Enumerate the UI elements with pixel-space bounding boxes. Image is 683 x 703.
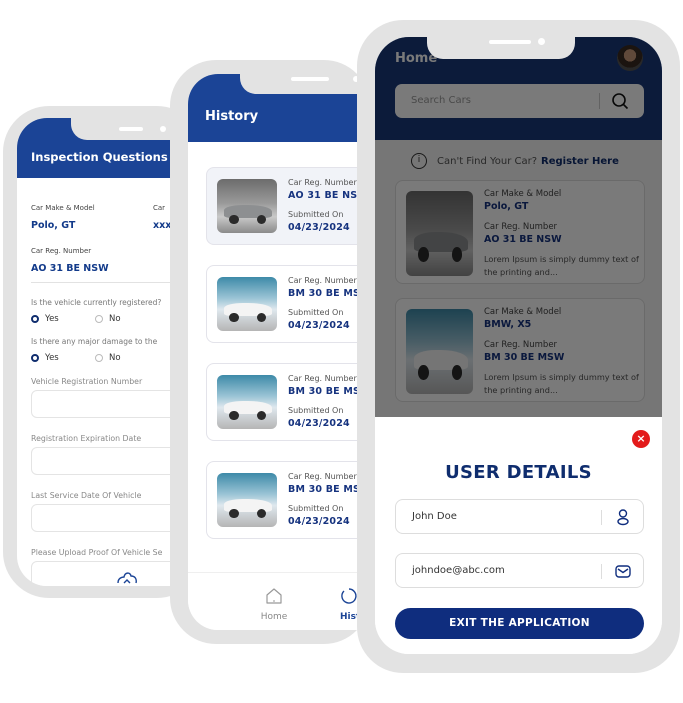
upload-proof-input[interactable] (31, 561, 182, 586)
reg-value: BM 30 BE MSW (288, 484, 358, 495)
reg-value: BM 30 BE MSW (288, 288, 358, 299)
reg-label: Car Reg. Number (288, 178, 357, 187)
reg-label: Car Reg. Number (31, 247, 92, 255)
history-icon (341, 588, 357, 604)
radio-empty-icon (95, 315, 103, 323)
car-image (217, 179, 277, 233)
make-label: Car Make & Model (31, 204, 95, 212)
mail-icon (615, 565, 631, 578)
field-label: Last Service Date Of Vehicle (31, 491, 142, 500)
field-label: Please Upload Proof Of Vehicle Se (31, 548, 163, 557)
home-screen: Home Search Cars i Can't Find Your Car? … (375, 37, 662, 654)
radio-empty-icon (95, 354, 103, 362)
reg-value: AO 31 BE NSW (31, 263, 109, 274)
second-value: xxx (153, 220, 172, 231)
expiration-date-input[interactable] (31, 447, 182, 475)
question-damage: Is there any major damage to the (31, 337, 158, 346)
name-value[interactable]: John Doe (412, 511, 457, 522)
car-image (217, 277, 277, 331)
user-icon (617, 509, 629, 526)
reg-label: Car Reg. Number (288, 472, 357, 481)
close-icon: × (636, 432, 646, 445)
submitted-label: Submitted On (288, 210, 344, 219)
exit-application-button[interactable]: EXIT THE APPLICATION (395, 608, 644, 639)
radio-no[interactable]: No (95, 314, 159, 324)
modal-title: USER DETAILS (445, 462, 592, 483)
modal-backdrop[interactable] (375, 37, 662, 437)
car-image (217, 375, 277, 429)
email-field[interactable]: johndoe@abc.com (395, 553, 644, 588)
email-value[interactable]: johndoe@abc.com (412, 565, 505, 576)
field-label: Registration Expiration Date (31, 434, 142, 443)
reg-value: BM 30 BE MSW (288, 386, 358, 397)
phone-speaker (119, 127, 143, 131)
inspection-screen: Inspection Questions Car Make & Model Po… (17, 118, 182, 586)
submitted-value: 04/23/2024 (288, 320, 350, 331)
service-date-input[interactable] (31, 504, 182, 532)
upload-cloud-icon[interactable] (116, 570, 138, 584)
registration-number-input[interactable] (31, 390, 182, 418)
history-phone: History Car Reg. Number AO 31 BE NSW Sub… (170, 60, 370, 644)
page-title: History (205, 109, 259, 124)
phone-camera (538, 38, 545, 45)
home-phone: Home Search Cars i Can't Find Your Car? … (357, 20, 680, 673)
phone-speaker (291, 77, 329, 81)
submitted-value: 04/23/2024 (288, 222, 350, 233)
bottom-tab-bar: Home History (188, 572, 358, 630)
name-field[interactable]: John Doe (395, 499, 644, 534)
radio-no[interactable]: No (95, 353, 159, 363)
make-value: Polo, GT (31, 220, 76, 231)
divider (31, 282, 182, 283)
reg-value: AO 31 BE NSW (288, 190, 358, 201)
submitted-label: Submitted On (288, 406, 344, 415)
second-label: Car (153, 204, 166, 212)
tab-history-label: History (340, 612, 358, 622)
radio-yes[interactable]: Yes (31, 353, 95, 363)
submitted-value: 04/23/2024 (288, 516, 350, 527)
tab-history[interactable]: History (340, 587, 358, 622)
home-icon (266, 588, 282, 604)
submitted-label: Submitted On (288, 504, 344, 513)
radio-selected-icon (31, 354, 39, 362)
question-registered: Is the vehicle currently registered? (31, 298, 162, 307)
phone-camera (160, 126, 166, 132)
user-details-modal: × USER DETAILS John Doe johndoe@abc.com … (375, 417, 662, 654)
radio-selected-icon (31, 315, 39, 323)
history-item[interactable]: Car Reg. Number AO 31 BE NSW Submitted O… (206, 167, 358, 245)
tab-home-label: Home (260, 612, 288, 622)
submitted-label: Submitted On (288, 308, 344, 317)
phone-speaker (489, 40, 531, 44)
radio-group-registered: Yes No (31, 314, 159, 324)
history-item[interactable]: Car Reg. Number BM 30 BE MSW Submitted O… (206, 461, 358, 539)
divider (601, 510, 602, 525)
reg-label: Car Reg. Number (288, 374, 357, 383)
history-item[interactable]: Car Reg. Number BM 30 BE MSW Submitted O… (206, 363, 358, 441)
history-item[interactable]: Car Reg. Number BM 30 BE MSW Submitted O… (206, 265, 358, 343)
history-screen: History Car Reg. Number AO 31 BE NSW Sub… (188, 74, 358, 630)
radio-group-damage: Yes No (31, 353, 159, 363)
tab-home[interactable]: Home (256, 587, 292, 622)
page-title: Inspection Questions (31, 150, 168, 164)
field-label: Vehicle Registration Number (31, 377, 143, 386)
radio-yes[interactable]: Yes (31, 314, 95, 324)
divider (601, 564, 602, 579)
close-button[interactable]: × (632, 430, 650, 448)
car-image (217, 473, 277, 527)
reg-label: Car Reg. Number (288, 276, 357, 285)
submitted-value: 04/23/2024 (288, 418, 350, 429)
